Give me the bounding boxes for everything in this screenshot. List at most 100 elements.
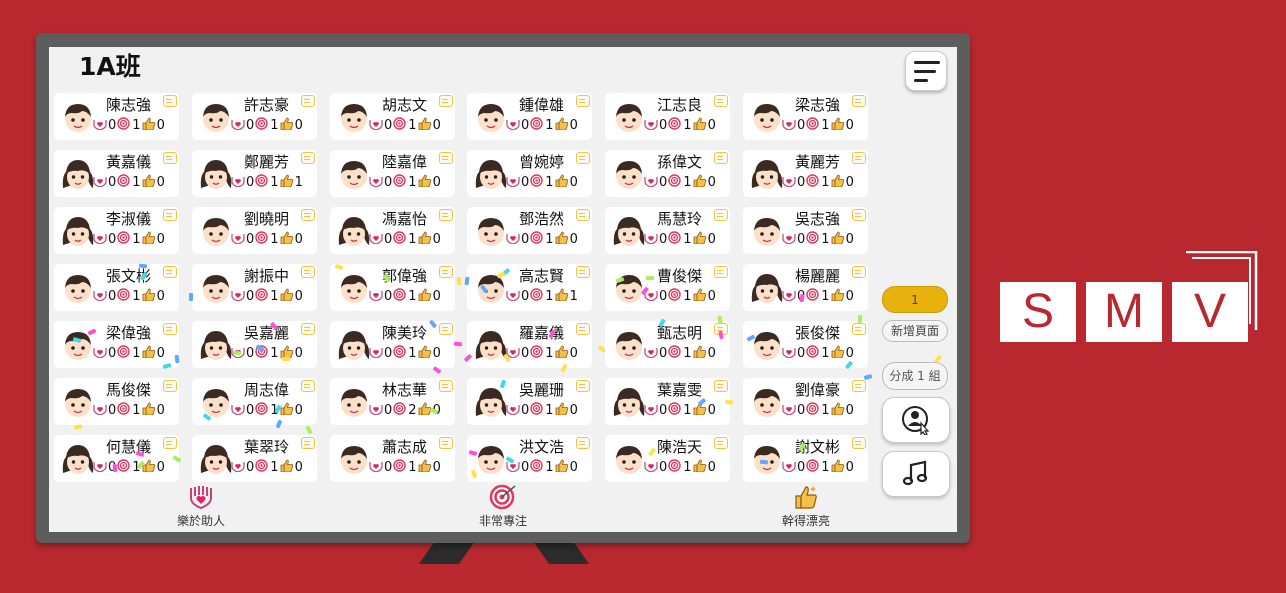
help-count: 0 xyxy=(797,118,806,133)
swap-icon[interactable] xyxy=(714,437,728,449)
swap-icon[interactable] xyxy=(301,323,315,335)
student-card[interactable]: 梁志強 0 1 0 xyxy=(743,93,868,140)
swap-icon[interactable] xyxy=(714,95,728,107)
student-card[interactable]: 張文彬 0 1 0 xyxy=(54,264,179,311)
swap-icon[interactable] xyxy=(852,209,866,221)
student-card[interactable]: 陸嘉偉 0 1 0 xyxy=(330,150,455,197)
target-icon xyxy=(530,231,545,248)
student-card[interactable]: 謝振中 0 1 0 xyxy=(192,264,317,311)
student-card[interactable]: 吳志強 0 1 0 xyxy=(743,207,868,254)
help-count: 0 xyxy=(521,403,530,418)
focus-count: 1 xyxy=(132,346,141,361)
swap-icon[interactable] xyxy=(301,437,315,449)
student-card[interactable]: 陳美玲 0 1 0 xyxy=(330,321,455,368)
student-card[interactable]: 葉嘉雯 0 1 0 xyxy=(605,378,730,425)
swap-icon[interactable] xyxy=(163,323,177,335)
swap-icon[interactable] xyxy=(852,152,866,164)
swap-icon[interactable] xyxy=(301,209,315,221)
page-indicator[interactable]: 1 xyxy=(882,286,948,313)
swap-icon[interactable] xyxy=(714,209,728,221)
swap-icon[interactable] xyxy=(852,323,866,335)
student-card[interactable]: 陳志強 0 1 0 xyxy=(54,93,179,140)
student-card[interactable]: 蕭志成 0 1 0 xyxy=(330,435,455,482)
student-card[interactable]: 何慧儀 010 xyxy=(54,435,179,482)
student-card[interactable]: 鍾偉雄 0 1 0 xyxy=(467,93,592,140)
swap-icon[interactable] xyxy=(714,380,728,392)
swap-icon[interactable] xyxy=(439,266,453,278)
student-card[interactable]: 孫偉文 0 1 0 xyxy=(605,150,730,197)
swap-icon[interactable] xyxy=(301,95,315,107)
swap-icon[interactable] xyxy=(439,95,453,107)
swap-icon[interactable] xyxy=(163,209,177,221)
swap-icon[interactable] xyxy=(852,437,866,449)
help-count: 0 xyxy=(246,460,255,475)
random-pick-button[interactable] xyxy=(882,397,950,443)
swap-icon[interactable] xyxy=(852,266,866,278)
student-card[interactable]: 馮嘉怡 0 1 0 xyxy=(330,207,455,254)
swap-icon[interactable] xyxy=(576,266,590,278)
category-helping[interactable]: 樂於助人 xyxy=(141,484,261,529)
student-card[interactable]: 李淑儀 0 1 0 xyxy=(54,207,179,254)
student-card[interactable]: 鄧浩然 0 1 0 xyxy=(467,207,592,254)
swap-icon[interactable] xyxy=(576,437,590,449)
student-card[interactable]: 胡志文 0 1 0 xyxy=(330,93,455,140)
swap-icon[interactable] xyxy=(163,152,177,164)
student-card[interactable]: 馬俊傑 0 1 0 xyxy=(54,378,179,425)
swap-icon[interactable] xyxy=(163,437,177,449)
thumbs-up-icon xyxy=(280,117,295,134)
swap-icon[interactable] xyxy=(576,152,590,164)
student-card[interactable]: 劉偉豪 0 1 0 xyxy=(743,378,868,425)
student-card[interactable]: 郭偉強 0 1 0 xyxy=(330,264,455,311)
swap-icon[interactable] xyxy=(439,152,453,164)
student-card[interactable]: 黃嘉儀 0 1 0 xyxy=(54,150,179,197)
swap-icon[interactable] xyxy=(852,380,866,392)
student-card[interactable]: 楊麗麗 010 xyxy=(743,264,868,311)
swap-icon[interactable] xyxy=(163,266,177,278)
swap-icon[interactable] xyxy=(714,152,728,164)
student-card[interactable]: 許志豪 0 1 0 xyxy=(192,93,317,140)
student-card[interactable]: 江志良 0 1 0 xyxy=(605,93,730,140)
swap-icon[interactable] xyxy=(301,380,315,392)
swap-icon[interactable] xyxy=(163,95,177,107)
swap-icon[interactable] xyxy=(439,209,453,221)
swap-icon[interactable] xyxy=(439,323,453,335)
swap-icon[interactable] xyxy=(576,323,590,335)
student-card[interactable]: 洪文浩 0 1 0 xyxy=(467,435,592,482)
student-card[interactable]: 曾婉婷 0 1 0 xyxy=(467,150,592,197)
good-count: 0 xyxy=(294,460,303,475)
swap-icon[interactable] xyxy=(576,209,590,221)
swap-icon[interactable] xyxy=(576,380,590,392)
student-card[interactable]: 吳麗珊 0 1 0 xyxy=(467,378,592,425)
student-card[interactable]: 陳浩天 0 1 0 xyxy=(605,435,730,482)
thumbs-up-icon xyxy=(831,117,846,134)
swap-icon[interactable] xyxy=(301,152,315,164)
swap-icon[interactable] xyxy=(163,380,177,392)
student-card[interactable]: 梁偉強 0 1 0 xyxy=(54,321,179,368)
student-card[interactable]: 甄志明 0 1 0 xyxy=(605,321,730,368)
category-focus[interactable]: 非常專注 xyxy=(443,484,563,529)
swap-icon[interactable] xyxy=(439,437,453,449)
student-card[interactable]: 謝文彬 0 1 0 xyxy=(743,435,868,482)
student-card[interactable]: 劉曉明 0 1 0 xyxy=(192,207,317,254)
swap-icon[interactable] xyxy=(714,266,728,278)
student-card[interactable]: 吳嘉麗 0 1 0 xyxy=(192,321,317,368)
student-card[interactable]: 黃麗芳 0 1 0 xyxy=(743,150,868,197)
swap-icon[interactable] xyxy=(301,266,315,278)
group-button[interactable]: 分成 1 組 xyxy=(882,362,948,390)
music-button[interactable] xyxy=(882,451,950,497)
student-card[interactable]: 羅嘉儀 0 1 0 xyxy=(467,321,592,368)
menu-button[interactable] xyxy=(905,51,947,91)
boy-avatar-icon xyxy=(61,384,95,420)
student-card[interactable]: 鄭麗芳 0 1 1 xyxy=(192,150,317,197)
swap-icon[interactable] xyxy=(439,380,453,392)
student-card[interactable]: 馬慧玲 0 1 0 xyxy=(605,207,730,254)
student-card[interactable]: 林志華020 xyxy=(330,378,455,425)
category-good-job[interactable]: 幹得漂亮 xyxy=(746,484,866,529)
add-page-button[interactable]: 新增頁面 xyxy=(882,320,948,342)
student-scores: 010 xyxy=(369,345,442,362)
student-card[interactable]: 葉翠玲 0 1 0 xyxy=(192,435,317,482)
swap-icon[interactable] xyxy=(852,95,866,107)
swap-icon[interactable] xyxy=(576,95,590,107)
student-name: 鄭麗芳 xyxy=(244,153,290,171)
student-card[interactable]: 曹俊傑 0 1 0 xyxy=(605,264,730,311)
